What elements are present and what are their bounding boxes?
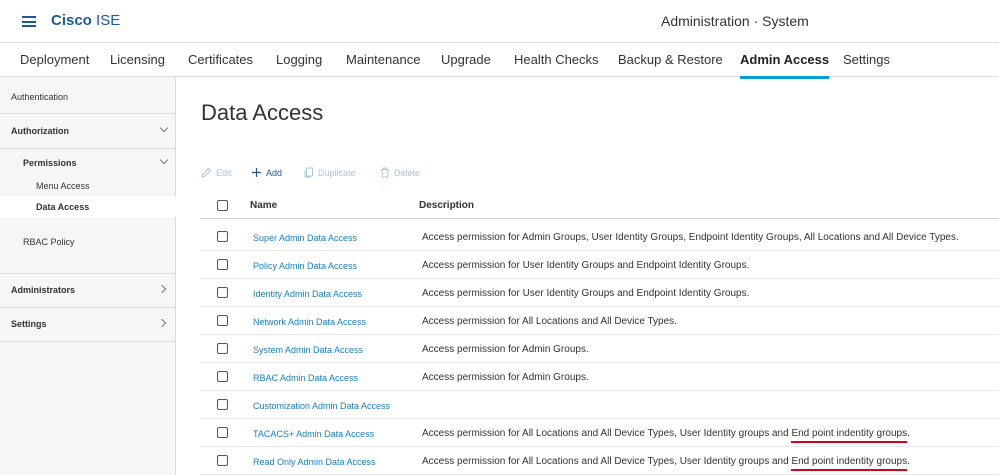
row-name-link[interactable]: Read Only Admin Data Access xyxy=(253,457,376,467)
select-all-checkbox[interactable] xyxy=(217,200,228,211)
table-row[interactable]: Customization Admin Data Access xyxy=(200,391,999,419)
tab-deployment[interactable]: Deployment xyxy=(20,52,89,67)
page-context-title: Administration · System xyxy=(661,13,809,29)
row-checkbox[interactable] xyxy=(217,427,228,438)
delete-label: Delete xyxy=(394,167,421,178)
menu-icon[interactable] xyxy=(22,16,36,27)
tab-logging[interactable]: Logging xyxy=(276,52,322,67)
sidebar-item-menu-access[interactable]: Menu Access xyxy=(0,177,176,196)
sidebar-item-rbac-policy[interactable]: RBAC Policy xyxy=(0,217,176,273)
duplicate-label: Duplicate xyxy=(318,167,356,178)
sidebar-item-administrators[interactable]: Administrators xyxy=(0,274,176,307)
chevron-right-icon xyxy=(157,284,167,294)
row-name-link[interactable]: RBAC Admin Data Access xyxy=(253,373,358,383)
chevron-down-icon xyxy=(159,155,169,165)
tab-maintenance[interactable]: Maintenance xyxy=(346,52,420,67)
row-description: Access permission for All Locations and … xyxy=(422,316,677,327)
row-name-link[interactable]: Policy Admin Data Access xyxy=(253,261,357,271)
row-description-text: Access permission for All Locations and … xyxy=(422,428,792,439)
row-description: Access permission for All Locations and … xyxy=(422,428,910,443)
row-description: Access permission for User Identity Grou… xyxy=(422,260,750,271)
sidebar-item-label: Permissions xyxy=(23,158,77,168)
row-description-suffix: . xyxy=(907,456,910,467)
table-row[interactable]: Network Admin Data Access Access permiss… xyxy=(200,307,999,335)
tab-upgrade[interactable]: Upgrade xyxy=(441,52,491,67)
trash-icon xyxy=(381,167,389,178)
divider xyxy=(0,341,176,342)
row-checkbox[interactable] xyxy=(217,231,228,242)
sidebar-item-label: Administrators xyxy=(11,285,76,295)
sidebar-item-label: Authentication xyxy=(11,92,69,102)
tab-backup-restore[interactable]: Backup & Restore xyxy=(618,52,723,67)
add-button[interactable]: Add xyxy=(251,167,282,178)
pencil-icon xyxy=(201,167,212,178)
sidebar-item-label: Authorization xyxy=(11,126,69,136)
row-checkbox[interactable] xyxy=(217,455,228,466)
tab-admin-access[interactable]: Admin Access xyxy=(740,52,830,79)
row-name-link[interactable]: Super Admin Data Access xyxy=(253,233,357,243)
brand-name: ISE xyxy=(96,12,121,29)
tab-certificates[interactable]: Certificates xyxy=(188,52,253,67)
edit-label: Edit xyxy=(216,167,232,178)
edit-button[interactable]: Edit xyxy=(201,167,232,178)
sidebar-item-data-access[interactable]: Data Access xyxy=(0,196,176,217)
row-checkbox[interactable] xyxy=(217,315,228,326)
highlighted-text: End point indentity groups xyxy=(791,456,908,471)
row-checkbox[interactable] xyxy=(217,343,228,354)
row-name-link[interactable]: TACACS+ Admin Data Access xyxy=(253,429,374,439)
row-description: Access permission for User Identity Grou… xyxy=(422,288,750,299)
tab-settings[interactable]: Settings xyxy=(843,52,890,67)
table-row[interactable]: Super Admin Data Access Access permissio… xyxy=(200,223,999,251)
table-header: Name Description xyxy=(200,192,999,219)
row-description: Access permission for Admin Groups. xyxy=(422,344,589,355)
delete-button[interactable]: Delete xyxy=(380,167,420,178)
sidebar-item-settings[interactable]: Settings xyxy=(0,308,176,341)
row-checkbox[interactable] xyxy=(217,287,228,298)
tab-licensing[interactable]: Licensing xyxy=(110,52,165,67)
sidebar: Authentication Authorization Permissions… xyxy=(0,77,176,475)
table-row[interactable]: Read Only Admin Data Access Access permi… xyxy=(200,447,999,475)
sidebar-item-label: Menu Access xyxy=(36,181,90,191)
table-row[interactable]: TACACS+ Admin Data Access Access permiss… xyxy=(200,419,999,447)
sidebar-item-label: Data Access xyxy=(36,202,90,212)
top-bar: Cisco ISE Administration · System xyxy=(0,0,999,43)
sidebar-item-permissions[interactable]: Permissions xyxy=(0,149,176,177)
page-title: Data Access xyxy=(201,100,324,125)
app-brand: Cisco ISE xyxy=(51,12,120,29)
column-header-name: Name xyxy=(250,200,278,211)
table-row[interactable]: Identity Admin Data Access Access permis… xyxy=(200,279,999,307)
brand-name-bold: Cisco xyxy=(51,12,92,29)
tab-health-checks[interactable]: Health Checks xyxy=(514,52,599,67)
row-name-link[interactable]: Customization Admin Data Access xyxy=(253,401,390,411)
column-header-description: Description xyxy=(419,200,475,211)
copy-icon xyxy=(304,167,313,178)
row-description-suffix: . xyxy=(907,428,910,439)
row-checkbox[interactable] xyxy=(217,371,228,382)
table-row[interactable]: Policy Admin Data Access Access permissi… xyxy=(200,251,999,279)
row-checkbox[interactable] xyxy=(217,259,228,270)
row-description: Access permission for Admin Groups, User… xyxy=(422,232,959,243)
row-name-link[interactable]: System Admin Data Access xyxy=(253,345,363,355)
row-name-link[interactable]: Network Admin Data Access xyxy=(253,317,366,327)
sidebar-item-label: Settings xyxy=(11,319,47,329)
tab-bar: Deployment Licensing Certificates Loggin… xyxy=(0,43,999,79)
row-description-text: Access permission for All Locations and … xyxy=(422,456,792,467)
chevron-right-icon xyxy=(157,318,167,328)
row-checkbox[interactable] xyxy=(217,399,228,410)
chevron-down-icon xyxy=(159,123,169,133)
sidebar-item-authentication[interactable]: Authentication xyxy=(0,77,176,113)
sidebar-item-authorization[interactable]: Authorization xyxy=(0,114,176,148)
plus-icon xyxy=(252,168,261,177)
duplicate-button[interactable]: Duplicate xyxy=(304,167,356,178)
add-label: Add xyxy=(266,167,283,178)
highlighted-text: End point indentity groups xyxy=(791,428,908,443)
table-row[interactable]: System Admin Data Access Access permissi… xyxy=(200,335,999,363)
row-name-link[interactable]: Identity Admin Data Access xyxy=(253,289,362,299)
sidebar-item-label: RBAC Policy xyxy=(23,237,75,247)
row-description: Access permission for All Locations and … xyxy=(422,456,910,471)
table-row[interactable]: RBAC Admin Data Access Access permission… xyxy=(200,363,999,391)
row-description: Access permission for Admin Groups. xyxy=(422,372,589,383)
